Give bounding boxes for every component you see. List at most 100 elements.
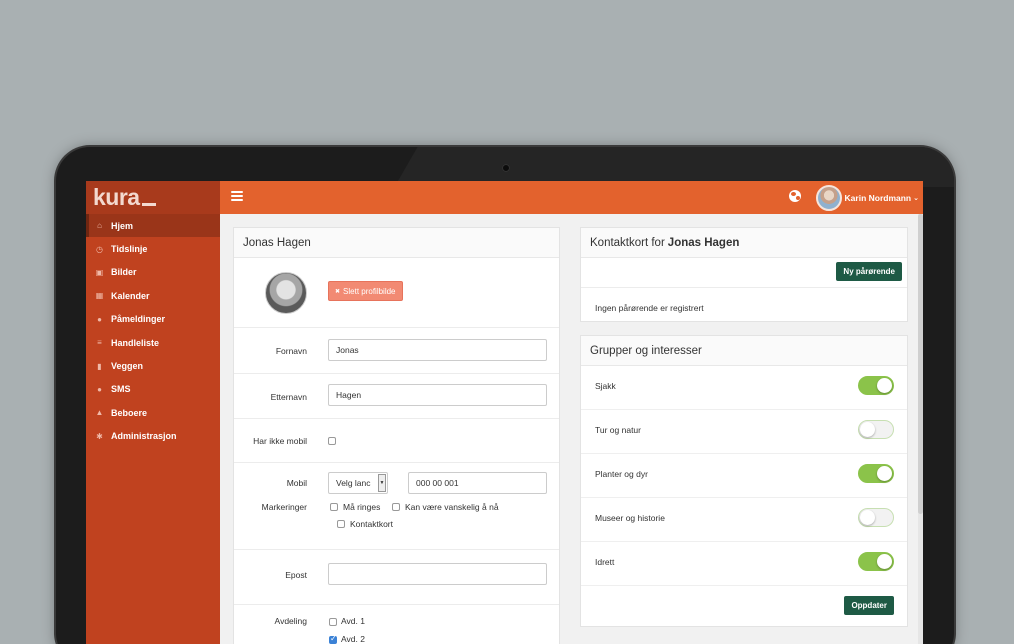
user-name: Karin Nordmann xyxy=(844,192,912,203)
avatar xyxy=(815,184,842,211)
sidebar-nav: ⌂ Hjem ◷ Tidslinje ▣ Bilder ▦ Kalender ● xyxy=(86,214,220,448)
last-name-label: Etternavn xyxy=(270,392,307,402)
new-relative-button[interactable]: Ny pårørende xyxy=(836,262,902,281)
group-toggle-tur-og-natur[interactable] xyxy=(858,420,894,439)
groups-title: Grupper og interesser xyxy=(581,336,907,366)
update-button[interactable]: Oppdater xyxy=(844,596,894,615)
webcam xyxy=(502,164,510,172)
chat-icon: ● xyxy=(97,384,102,394)
chevron-down-icon: ⌄ xyxy=(913,194,919,202)
email-row: Epost xyxy=(234,550,559,605)
sidebar-item-label: Hjem xyxy=(111,220,134,231)
marking-checkbox-contact-card[interactable] xyxy=(337,520,345,528)
sidebar-item-label: Påmeldinger xyxy=(111,314,166,325)
email-label: Epost xyxy=(285,570,307,580)
calendar-icon: ▦ xyxy=(95,291,104,301)
home-icon: ⌂ xyxy=(97,221,102,231)
globe-icon[interactable] xyxy=(789,190,801,202)
marking-checkbox-call[interactable] xyxy=(330,503,338,511)
clock-icon: ◷ xyxy=(96,244,103,254)
user-icon: ▲ xyxy=(95,408,104,418)
user-menu[interactable]: Karin Nordmann ⌄ xyxy=(815,184,919,211)
brand-underscore xyxy=(141,203,156,206)
sidebar-item-label: Administrasjon xyxy=(111,431,177,442)
app-screen: kura ⌂ Hjem ◷ Tidslinje ▣ Bilder ▦ Kalen… xyxy=(86,181,923,644)
group-label: Idrett xyxy=(595,557,615,567)
mobile-field[interactable]: 000 00 001 xyxy=(408,472,547,494)
group-label: Planter og dyr xyxy=(595,469,648,479)
microphone-icon: ▮ xyxy=(97,361,102,371)
image-icon: ▣ xyxy=(95,267,104,277)
sidebar-item-sms[interactable]: ● SMS xyxy=(86,378,220,401)
users-icon: ● xyxy=(97,314,102,324)
profile-photo xyxy=(265,272,307,314)
email-field[interactable] xyxy=(328,563,547,585)
no-relatives-note: Ingen pårørende er registrert xyxy=(595,303,704,313)
laptop-frame: kura ⌂ Hjem ◷ Tidslinje ▣ Bilder ▦ Kalen… xyxy=(56,147,954,644)
no-mobile-label: Har ikke mobil xyxy=(253,436,307,446)
profile-title: Jonas Hagen xyxy=(234,228,559,258)
sidebar-item-hjem[interactable]: ⌂ Hjem xyxy=(86,214,220,238)
marking-label-hard-to-reach: Kan være vanskelig å nå xyxy=(405,502,499,512)
sidebar-item-label: Bilder xyxy=(111,267,137,278)
first-name-label: Fornavn xyxy=(275,346,307,356)
mobile-label: Mobil xyxy=(286,478,307,488)
no-mobile-checkbox[interactable] xyxy=(328,437,336,445)
department-label: Avdeling xyxy=(274,616,307,626)
group-row: Idrett xyxy=(581,542,907,586)
group-toggle-sjakk[interactable] xyxy=(858,376,894,395)
department-checkbox-2[interactable] xyxy=(329,634,337,644)
sidebar-item-label: Veggen xyxy=(111,361,144,372)
brand-name: kura xyxy=(93,184,140,210)
sidebar-item-label: Kalender xyxy=(111,290,150,301)
list-icon: ≡ xyxy=(97,338,102,348)
sidebar-item-label: SMS xyxy=(111,384,131,395)
department-checkbox-1[interactable] xyxy=(329,618,337,626)
group-label: Tur og natur xyxy=(595,425,641,435)
group-row: Museer og historie xyxy=(581,498,907,542)
contact-card-title: Kontaktkort for Jonas Hagen xyxy=(581,228,907,258)
sidebar-item-administrasjon[interactable]: ✱ Administrasjon xyxy=(86,425,220,448)
group-label: Sjakk xyxy=(595,381,616,391)
group-label: Museer og historie xyxy=(595,513,665,523)
department-label-1: Avd. 1 xyxy=(341,616,365,626)
country-select[interactable]: Velg lanc ▼ xyxy=(328,472,388,494)
first-name-row: Fornavn Jonas xyxy=(234,328,559,374)
group-toggle-planter-og-dyr[interactable] xyxy=(858,464,894,483)
delete-photo-button[interactable]: ✖ Slett profilbilde xyxy=(328,281,403,301)
department-label-2: Avd. 2 xyxy=(341,634,365,644)
page-scrollbar[interactable] xyxy=(918,214,923,644)
last-name-field[interactable]: Hagen xyxy=(328,384,547,406)
group-row: Sjakk xyxy=(581,366,907,410)
groups-panel: Grupper og interesser Sjakk Tur og natur… xyxy=(580,335,908,627)
no-mobile-row: Har ikke mobil xyxy=(234,419,559,463)
sidebar-item-handleliste[interactable]: ≡ Handleliste xyxy=(86,331,220,354)
top-bar: Karin Nordmann ⌄ xyxy=(220,181,923,214)
sidebar-item-kalender[interactable]: ▦ Kalender xyxy=(86,284,220,307)
contact-divider xyxy=(581,287,907,288)
marking-checkbox-hard-to-reach[interactable] xyxy=(392,503,400,511)
first-name-field[interactable]: Jonas xyxy=(328,339,547,361)
marking-label-call: Må ringes xyxy=(343,502,381,512)
mobile-row: Mobil Velg lanc ▼ 000 00 001 Markeringer… xyxy=(234,463,559,550)
menu-toggle-icon[interactable] xyxy=(231,191,243,201)
group-toggle-museer-og-historie[interactable] xyxy=(858,508,894,527)
sidebar-item-veggen[interactable]: ▮ Veggen xyxy=(86,354,220,377)
brand-logo[interactable]: kura xyxy=(86,181,220,214)
sidebar-item-tidslinje[interactable]: ◷ Tidslinje xyxy=(86,237,220,260)
sidebar-item-label: Handleliste xyxy=(111,337,160,348)
profile-panel: Jonas Hagen ✖ Slett profilbilde Fornavn … xyxy=(233,227,560,644)
markings-label: Markeringer xyxy=(261,502,307,512)
close-icon: ✖ xyxy=(335,288,341,295)
caret-down-icon: ▼ xyxy=(378,474,386,492)
group-row: Planter og dyr xyxy=(581,454,907,498)
sidebar-item-bilder[interactable]: ▣ Bilder xyxy=(86,261,220,284)
group-toggle-idrett[interactable] xyxy=(858,552,894,571)
scrollbar-thumb[interactable] xyxy=(918,214,923,514)
last-name-row: Etternavn Hagen xyxy=(234,374,559,419)
sidebar-item-label: Beboere xyxy=(111,407,148,418)
group-row: Tur og natur xyxy=(581,410,907,454)
sidebar-item-pameldinger[interactable]: ● Påmeldinger xyxy=(86,308,220,331)
marking-label-contact-card: Kontaktkort xyxy=(350,519,393,529)
sidebar-item-beboere[interactable]: ▲ Beboere xyxy=(86,401,220,424)
